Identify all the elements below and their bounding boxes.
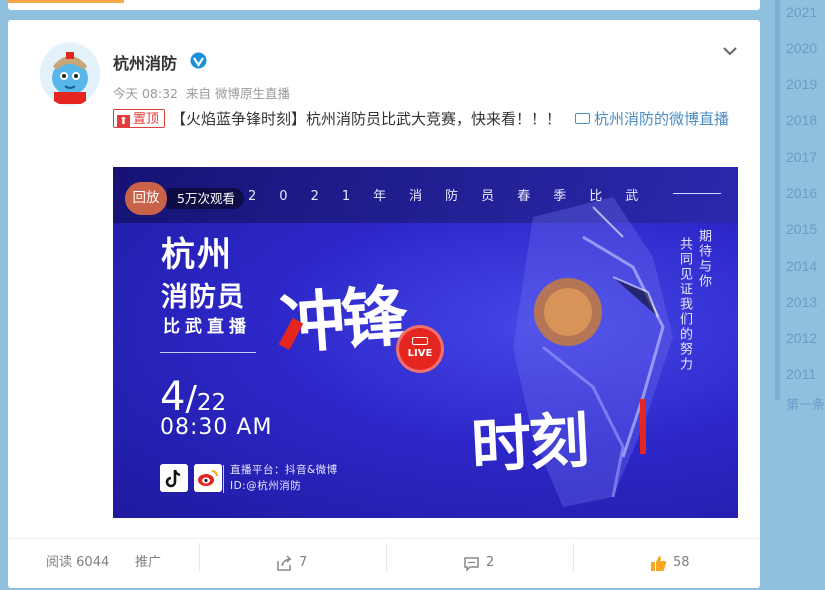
avatar[interactable] xyxy=(40,42,100,106)
verified-badge-icon xyxy=(190,52,207,69)
weibo-post-card: 杭州消防 今天 08:32 来自 微博原生直播 ⬆ 置顶 【火焰蓝争锋时刻】杭州消防… xyxy=(8,20,760,588)
like-count: 58 xyxy=(673,555,690,570)
id-line: ID:@杭州消防 xyxy=(230,480,302,492)
pinned-badge: ⬆ 置顶 xyxy=(113,109,166,128)
tagline-char: 年 xyxy=(373,189,387,204)
like-button[interactable]: 58 xyxy=(650,546,690,580)
year-link[interactable]: 2021 xyxy=(786,4,817,20)
tagline-char: 2 xyxy=(248,189,257,204)
year-link[interactable]: 2015 xyxy=(786,221,817,237)
post-text: ⬆ 置顶 【火焰蓝争锋时刻】杭州消防员比武大竞赛，快来看！！！ 杭州消防的微博直播 xyxy=(113,106,741,133)
poster-vertical-text-1: 期待与你 xyxy=(696,229,711,289)
poster-title-event: 比武直播 xyxy=(163,317,251,337)
post-time[interactable]: 今天 08:32 xyxy=(113,86,178,101)
weibo-icon xyxy=(194,464,222,492)
poster-vertical-divider xyxy=(223,465,224,493)
live-label: LIVE xyxy=(407,348,433,359)
action-bar: 阅读 6044 推广 7 2 58 xyxy=(8,538,760,588)
share-count: 7 xyxy=(299,555,308,570)
poster-big-text-2: 时刻 xyxy=(469,406,590,482)
red-brush-stroke xyxy=(640,399,646,454)
date-day: 22 xyxy=(196,390,227,416)
promote-button[interactable]: 推广 xyxy=(135,546,161,580)
comment-button[interactable]: 2 xyxy=(463,546,494,580)
tagline-char: 防 xyxy=(445,189,459,204)
poster-vertical-text-2: 共同见证我们的努力 xyxy=(677,237,692,372)
pinned-label: 置顶 xyxy=(133,112,160,127)
platform-line: 直播平台：抖音&微博 xyxy=(230,464,338,476)
read-label: 阅读 xyxy=(46,555,73,570)
tagline-char: 武 xyxy=(625,189,639,204)
poster-title-role: 消防员 xyxy=(161,282,245,313)
year-timeline: 2021 2020 2019 2018 2017 2016 2015 2014 … xyxy=(772,0,825,590)
year-link[interactable]: 2018 xyxy=(786,112,817,128)
year-link[interactable]: 2017 xyxy=(786,149,817,165)
tagline-char: 0 xyxy=(279,189,288,204)
author-name[interactable]: 杭州消防 xyxy=(113,50,177,74)
tagline-char: 1 xyxy=(341,189,351,204)
tagline-char: 消 xyxy=(409,189,423,204)
read-count: 阅读 6044 xyxy=(46,546,109,580)
poster-big-text-1: 冲锋 xyxy=(276,276,406,364)
platform-info: 直播平台：抖音&微博 ID:@杭州消防 xyxy=(230,462,338,494)
year-link[interactable]: 2012 xyxy=(786,330,817,346)
hashtag-link[interactable]: 【火焰蓝争锋时刻】 xyxy=(171,110,306,128)
first-post-link[interactable]: 第一条 xyxy=(786,394,825,413)
tagline-char: 2 xyxy=(310,189,319,204)
post-body: 杭州消防员比武大竞赛，快来看！！！ xyxy=(306,110,562,128)
live-badge: LIVE xyxy=(396,325,444,373)
action-separator xyxy=(199,543,200,571)
action-separator xyxy=(386,543,387,571)
year-link[interactable]: 2011 xyxy=(786,366,816,382)
action-separator xyxy=(573,543,574,571)
live-link[interactable]: 杭州消防的微博直播 xyxy=(575,110,729,128)
year-link[interactable]: 2020 xyxy=(786,40,817,56)
previous-card-edge xyxy=(8,0,760,10)
read-value: 6044 xyxy=(76,555,110,570)
poster-tagline: 2 0 2 1 年 消 防 员 春 季 比 武 xyxy=(248,185,661,204)
share-button[interactable]: 7 xyxy=(276,546,307,580)
thumbs-up-icon xyxy=(651,555,667,571)
date-month: 4 xyxy=(160,374,186,420)
tagline-divider xyxy=(673,193,721,194)
poster-title-city: 杭州 xyxy=(161,235,233,275)
live-poster[interactable]: 回放 5万次观看 2021年消防员春季比武 杭州 消防员 比武直播 4/22 0… xyxy=(113,167,738,518)
timeline-rail xyxy=(775,0,780,400)
live-link-label: 杭州消防的微博直播 xyxy=(594,110,730,128)
post-meta: 今天 08:32 来自 微博原生直播 xyxy=(113,83,290,102)
share-icon xyxy=(277,554,292,571)
comment-count: 2 xyxy=(486,555,495,570)
tagline-char: 比 xyxy=(589,189,603,204)
pin-icon: ⬆ xyxy=(117,115,130,128)
douyin-icon xyxy=(160,464,188,492)
poster-time: 08:30 AM xyxy=(160,415,273,440)
view-count: 5万次观看 xyxy=(167,188,244,209)
comment-icon xyxy=(464,556,479,572)
chevron-down-icon[interactable] xyxy=(721,44,739,58)
tagline-char: 员 xyxy=(481,189,495,204)
year-link[interactable]: 2019 xyxy=(786,76,817,92)
tagline-char: 春 xyxy=(517,189,531,204)
poster-divider xyxy=(160,352,256,353)
video-icon xyxy=(575,113,591,124)
year-link[interactable]: 2016 xyxy=(786,185,817,201)
camera-icon xyxy=(412,337,428,345)
year-link[interactable]: 2014 xyxy=(786,258,817,274)
date-slash: / xyxy=(185,379,197,419)
tagline-char: 季 xyxy=(553,189,567,204)
replay-label: 回放 xyxy=(125,182,167,215)
tab-accent xyxy=(8,0,124,3)
post-source[interactable]: 来自 微博原生直播 xyxy=(186,86,290,101)
year-link[interactable]: 2013 xyxy=(786,294,817,310)
